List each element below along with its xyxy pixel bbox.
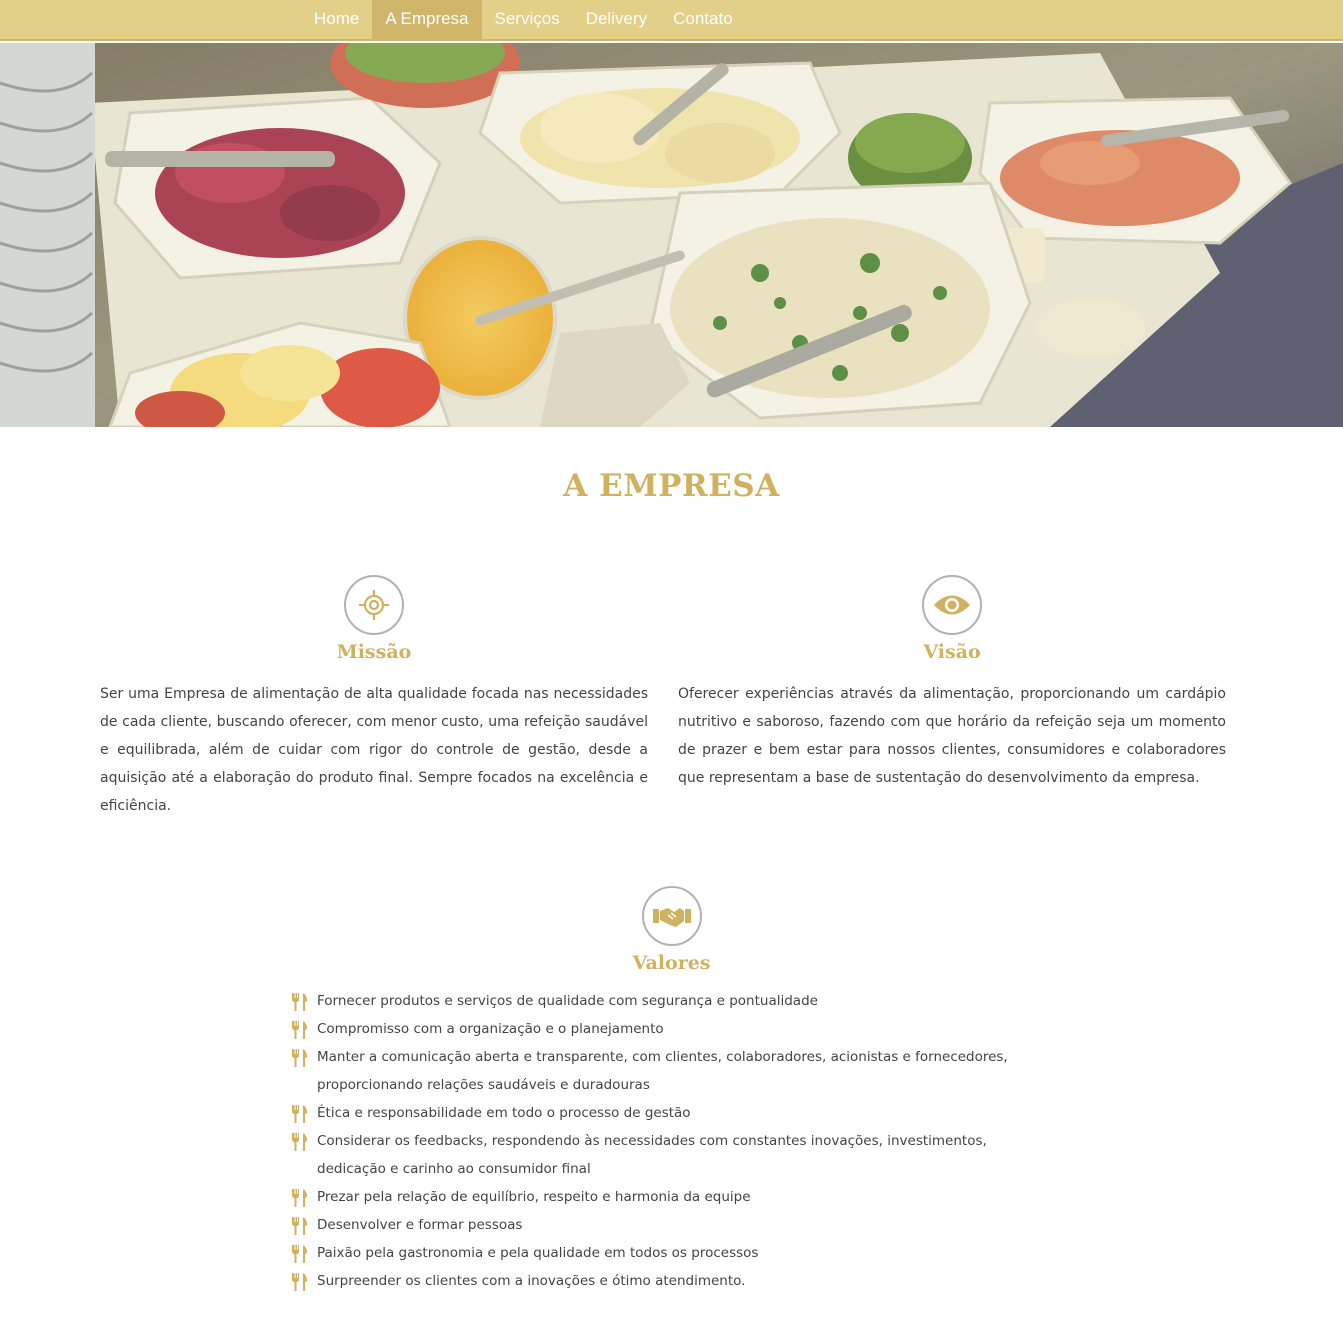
valor-text: Manter a comunicação aberta e transparen… <box>317 1049 1008 1093</box>
valores-list: Fornecer produtos e serviços de qualidad… <box>290 987 1030 1295</box>
fork-knife-icon <box>292 1133 307 1151</box>
missao-title: Missão <box>336 641 412 663</box>
valor-text: Compromisso com a organização e o planej… <box>317 1021 664 1037</box>
nav-item-contato[interactable]: Contato <box>660 0 746 41</box>
valores-title: Valores <box>632 952 711 974</box>
nav-item-home[interactable]: Home <box>301 0 372 41</box>
fork-knife-icon <box>292 1021 307 1039</box>
missao-icon-circle <box>344 575 404 635</box>
hero-image <box>0 43 1343 427</box>
valor-text: Prezar pela relação de equilíbrio, respe… <box>317 1189 751 1205</box>
nav-item-servicos[interactable]: Serviços <box>482 0 573 41</box>
list-item: Compromisso com a organização e o planej… <box>290 1015 1030 1043</box>
missao-section: Missão Ser uma Empresa de alimentação de… <box>100 575 648 820</box>
list-item: Desenvolver e formar pessoas <box>290 1211 1030 1239</box>
nav-item-a-empresa[interactable]: A Empresa <box>372 0 482 41</box>
list-item: Ética e responsabilidade em todo o proce… <box>290 1099 1030 1127</box>
visao-title: Visão <box>923 641 981 663</box>
list-item: Considerar os feedbacks, respondendo às … <box>290 1127 1030 1183</box>
fork-knife-icon <box>292 1273 307 1291</box>
valor-text: Surpreender os clientes com a inovações … <box>317 1273 746 1289</box>
valor-text: Considerar os feedbacks, respondendo às … <box>317 1133 987 1177</box>
fork-knife-icon <box>292 1217 307 1235</box>
valor-text: Paixão pela gastronomia e pela qualidade… <box>317 1245 759 1261</box>
valor-text: Ética e responsabilidade em todo o proce… <box>317 1105 691 1121</box>
list-item: Paixão pela gastronomia e pela qualidade… <box>290 1239 1030 1267</box>
fork-knife-icon <box>292 1049 307 1067</box>
page-title: A EMPRESA <box>563 468 780 504</box>
fork-knife-icon <box>292 1105 307 1123</box>
fork-knife-icon <box>292 1189 307 1207</box>
list-item: Prezar pela relação de equilíbrio, respe… <box>290 1183 1030 1211</box>
valor-text: Desenvolver e formar pessoas <box>317 1217 523 1233</box>
handshake-icon <box>652 908 691 927</box>
valor-text: Fornecer produtos e serviços de qualidad… <box>317 993 818 1009</box>
visao-icon-circle <box>922 575 982 635</box>
list-item: Manter a comunicação aberta e transparen… <box>290 1043 1030 1099</box>
missao-text: Ser uma Empresa de alimentação de alta q… <box>100 686 648 814</box>
fork-knife-icon <box>292 993 307 1011</box>
nav-menu: Home A Empresa Serviços Delivery Contato <box>301 0 746 41</box>
valores-icon-circle <box>641 886 702 946</box>
nav-item-delivery[interactable]: Delivery <box>573 0 660 41</box>
top-nav: Home A Empresa Serviços Delivery Contato <box>0 0 1343 41</box>
visao-section: Visão Oferecer experiências através da a… <box>678 575 1226 792</box>
target-icon <box>359 590 389 620</box>
list-item: Fornecer produtos e serviços de qualidad… <box>290 987 1030 1015</box>
visao-text: Oferecer experiências através da aliment… <box>678 686 1226 786</box>
valores-section: Valores Fornecer produtos e serviços de … <box>0 886 1343 1291</box>
list-item: Surpreender os clientes com a inovações … <box>290 1267 1030 1295</box>
eye-icon <box>934 595 970 615</box>
fork-knife-icon <box>292 1245 307 1263</box>
